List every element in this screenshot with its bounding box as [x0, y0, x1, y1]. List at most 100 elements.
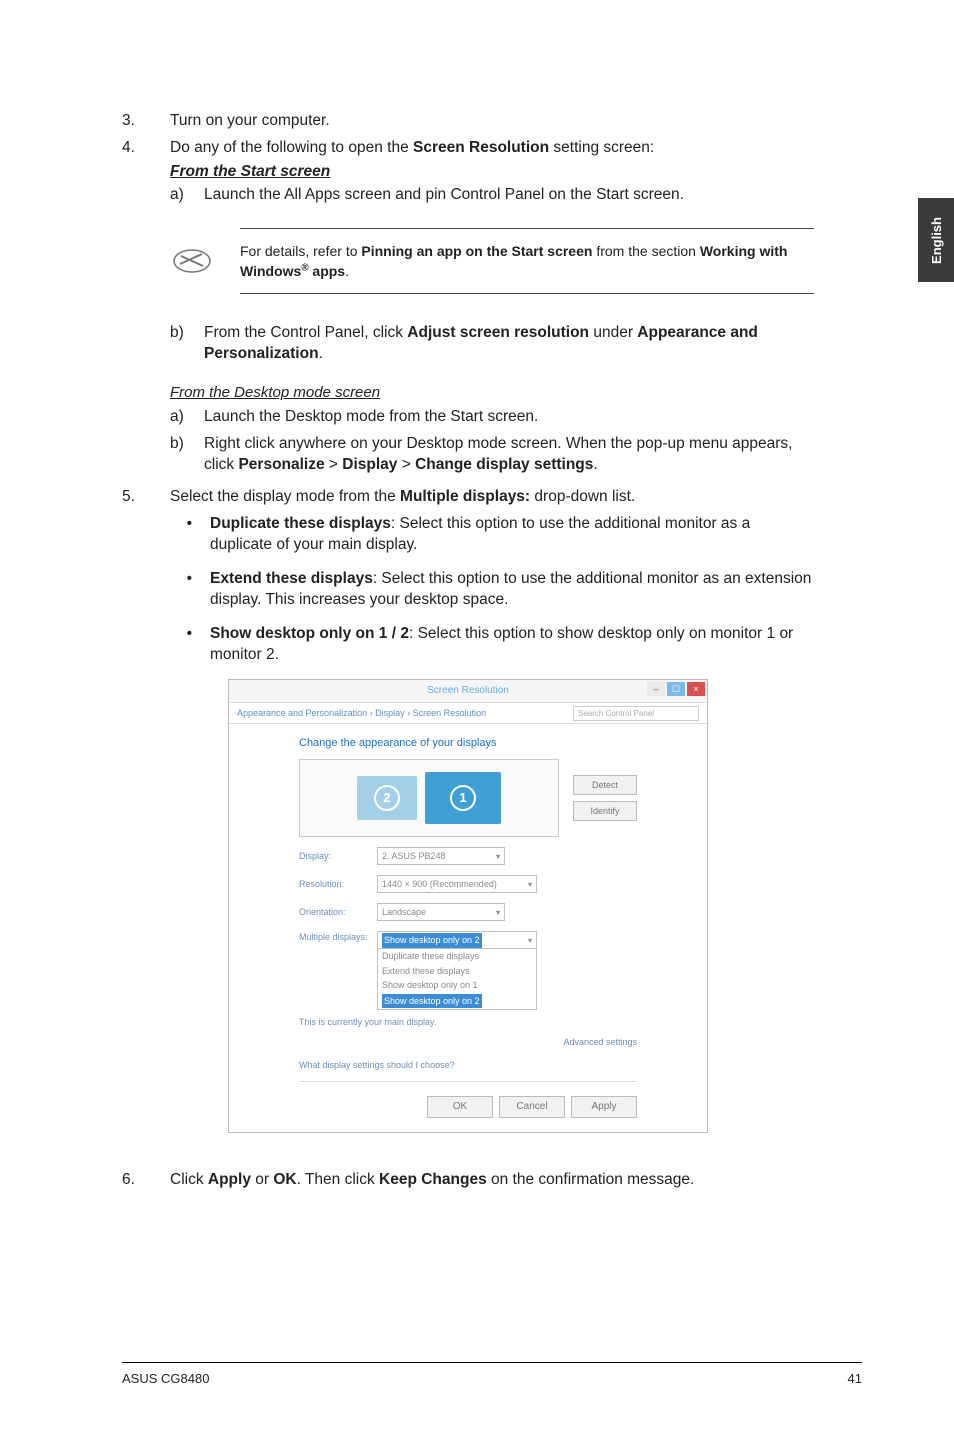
page-content: 3. Turn on your computer. 4. Do any of t…	[0, 0, 954, 1191]
cancel-button[interactable]: Cancel	[499, 1096, 565, 1118]
bold-text: Keep Changes	[379, 1171, 487, 1188]
step-text: Select the display mode from the Multipl…	[170, 486, 814, 507]
text: or	[251, 1171, 273, 1188]
text: .	[345, 263, 349, 279]
footer-left: ASUS CG8480	[122, 1371, 209, 1386]
language-tab: English	[918, 198, 954, 282]
text: Do any of the following to open the	[170, 139, 413, 156]
bold-text: Duplicate these displays	[210, 515, 391, 532]
bold-text: Screen Resolution	[413, 139, 549, 156]
substep-text: From the Control Panel, click Adjust scr…	[204, 322, 814, 365]
step-number: 5.	[122, 486, 170, 507]
substep-label: b)	[170, 322, 204, 365]
monitor-2[interactable]: 2	[357, 776, 417, 820]
substep-label: a)	[170, 406, 204, 427]
bullet-marker: •	[122, 513, 210, 556]
bold-text: Display	[342, 456, 397, 473]
dropdown-option[interactable]: Extend these displays	[378, 964, 536, 978]
dialog-heading: Change the appearance of your displays	[299, 736, 637, 751]
bold-text: Apply	[208, 1171, 251, 1188]
bold-text: Show desktop only on 1 / 2	[210, 625, 409, 642]
bullet-text: Extend these displays: Select this optio…	[210, 568, 814, 611]
breadcrumb-bar: Appearance and Personalization › Display…	[229, 703, 707, 724]
text: . Then click	[297, 1171, 379, 1188]
text: .	[593, 456, 597, 473]
text: Click	[170, 1171, 208, 1188]
maximize-icon[interactable]: ☐	[667, 682, 685, 696]
bold-text: Multiple displays:	[400, 488, 530, 505]
bullet-marker: •	[122, 623, 210, 666]
text: drop-down list.	[530, 488, 635, 505]
bold-text: Change display settings	[415, 456, 593, 473]
monitor-preview[interactable]: 2 1	[299, 759, 559, 837]
bullet-marker: •	[122, 568, 210, 611]
step-number: 3.	[122, 110, 170, 131]
screen-resolution-dialog: Screen Resolution – ☐ × Appearance and P…	[228, 679, 708, 1133]
search-input[interactable]: Search Control Panel	[573, 706, 699, 721]
subheading: From the Start screen	[170, 161, 814, 182]
main-display-text: This is currently your main display.	[299, 1016, 637, 1028]
bullet-text: Show desktop only on 1 / 2: Select this …	[210, 623, 814, 666]
text: .	[319, 345, 323, 362]
close-icon[interactable]: ×	[687, 682, 705, 696]
text: >	[397, 456, 415, 473]
note-text: For details, refer to Pinning an app on …	[240, 228, 814, 295]
chevron-down-icon: ▾	[496, 851, 500, 862]
note-icon	[170, 239, 214, 283]
step-number: 4.	[122, 137, 170, 158]
bold-text: Adjust screen resolution	[407, 324, 589, 341]
breadcrumb[interactable]: Appearance and Personalization › Display…	[237, 707, 486, 719]
orientation-label: Orientation:	[299, 906, 377, 918]
dropdown-option[interactable]: Duplicate these displays	[378, 949, 536, 963]
text: From the Control Panel, click	[204, 324, 407, 341]
note-callout: For details, refer to Pinning an app on …	[170, 228, 814, 295]
bullet-text: Duplicate these displays: Select this op…	[210, 513, 814, 556]
chevron-down-icon: ▾	[528, 879, 532, 890]
step-text: Turn on your computer.	[170, 110, 814, 131]
dialog-titlebar: Screen Resolution – ☐ ×	[229, 680, 707, 703]
chevron-down-icon: ▾	[496, 907, 500, 918]
step-number: 6.	[122, 1169, 170, 1190]
subheading: From the Desktop mode screen	[170, 383, 814, 404]
display-label: Display:	[299, 850, 377, 862]
dropdown-option[interactable]: Show desktop only on 2	[378, 993, 536, 1009]
display-select[interactable]: 2. ASUS PB248▾	[377, 847, 505, 865]
chevron-down-icon: ▾	[528, 935, 532, 946]
text: on the confirmation message.	[487, 1171, 695, 1188]
detect-button[interactable]: Detect	[573, 775, 637, 795]
substep-text: Launch the Desktop mode from the Start s…	[204, 406, 814, 427]
minimize-icon[interactable]: –	[647, 682, 665, 696]
identify-button[interactable]: Identify	[573, 801, 637, 821]
multiple-displays-select[interactable]: Show desktop only on 2▾	[377, 931, 537, 949]
page-footer: ASUS CG8480 41	[0, 1362, 954, 1386]
bold-text: Personalize	[238, 456, 324, 473]
ok-button[interactable]: OK	[427, 1096, 493, 1118]
page-number: 41	[848, 1371, 862, 1386]
dialog-title: Screen Resolution	[427, 684, 509, 698]
dropdown-option[interactable]: Show desktop only on 1	[378, 978, 536, 992]
bold-text: Extend these displays	[210, 570, 373, 587]
multiple-displays-label: Multiple displays:	[299, 931, 377, 943]
bold-text: Pinning an app on the Start screen	[361, 243, 592, 259]
orientation-select[interactable]: Landscape▾	[377, 903, 505, 921]
help-link[interactable]: What display settings should I choose?	[299, 1059, 637, 1071]
step-text: Do any of the following to open the Scre…	[170, 137, 814, 158]
advanced-settings-link[interactable]: Advanced settings	[299, 1036, 637, 1048]
text: >	[325, 456, 343, 473]
resolution-select[interactable]: 1440 × 900 (Recommended)▾	[377, 875, 537, 893]
resolution-label: Resolution:	[299, 878, 377, 890]
substep-label: a)	[170, 184, 204, 205]
substep-text: Right click anywhere on your Desktop mod…	[204, 433, 814, 476]
substep-text: Launch the All Apps screen and pin Contr…	[204, 184, 814, 205]
apply-button[interactable]: Apply	[571, 1096, 637, 1118]
monitor-1[interactable]: 1	[425, 772, 501, 824]
monitor-number: 1	[450, 785, 476, 811]
monitor-number: 2	[374, 785, 400, 811]
bold-text: OK	[273, 1171, 296, 1188]
text: under	[589, 324, 637, 341]
text: setting screen:	[549, 139, 654, 156]
language-label: English	[929, 217, 944, 264]
text: from the section	[592, 243, 699, 259]
text: For details, refer to	[240, 243, 361, 259]
step-text: Click Apply or OK. Then click Keep Chang…	[170, 1169, 814, 1190]
